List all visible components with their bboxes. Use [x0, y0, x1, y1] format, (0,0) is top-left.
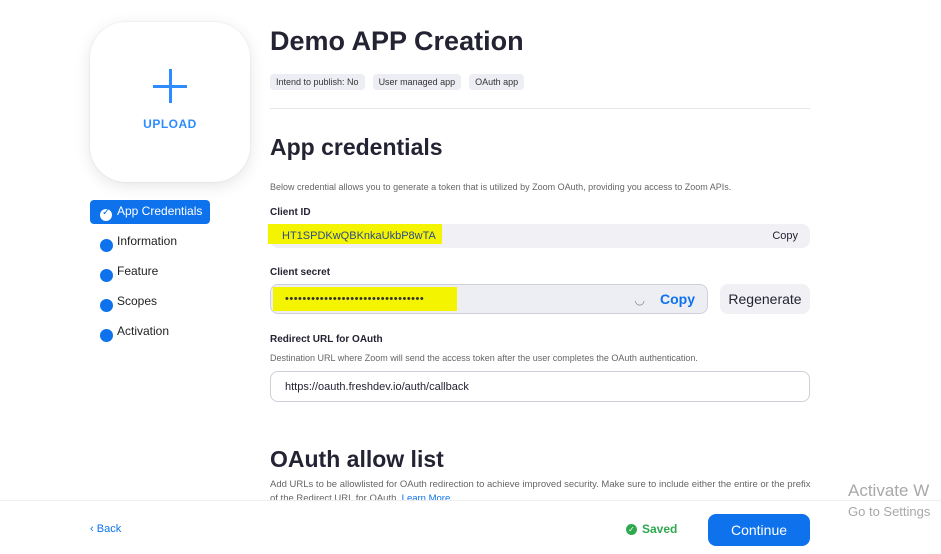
watermark-title: Activate W	[848, 481, 930, 500]
step-dot-icon	[100, 269, 113, 282]
client-id-value: HT1SPDKwQBKnkaUkbP8wTA	[282, 230, 436, 242]
sidebar-item-label: Scopes	[117, 294, 158, 308]
copy-client-id-button[interactable]: Copy	[772, 230, 798, 242]
client-id-label: Client ID	[270, 207, 311, 218]
sidebar-item-label: App Credentials	[117, 204, 203, 218]
page-title: Demo APP Creation	[270, 26, 524, 56]
activation-watermark: Activate W Go to Settings	[848, 481, 930, 519]
app-tags: Intend to publish: No User managed app O…	[270, 74, 525, 90]
back-label: Back	[96, 523, 122, 535]
continue-button[interactable]: Continue	[708, 514, 810, 546]
plus-icon	[153, 69, 187, 103]
watermark-subtitle: Go to Settings	[848, 504, 931, 519]
tag-oauth: OAuth app	[469, 74, 525, 90]
hidden-eye-icon[interactable]: ◡	[635, 293, 645, 307]
redirect-url-input[interactable]	[270, 371, 810, 402]
tag-publish: Intend to publish: No	[270, 74, 365, 90]
sidebar-item-label: Activation	[117, 324, 170, 338]
sidebar-nav: App Credentials Information Feature Scop…	[90, 200, 250, 350]
back-link[interactable]: ‹ Back	[90, 523, 121, 535]
sidebar-item-scopes[interactable]: Scopes	[90, 290, 250, 314]
sidebar-item-app-credentials[interactable]: App Credentials	[90, 200, 210, 224]
client-secret-value: ••••••••••••••••••••••••••••••••	[285, 293, 425, 305]
saved-status: ✓ Saved	[626, 522, 677, 536]
upload-card[interactable]: UPLOAD	[90, 22, 250, 182]
sidebar-item-activation[interactable]: Activation	[90, 320, 250, 344]
chevron-left-icon: ‹	[90, 523, 97, 535]
sidebar-item-feature[interactable]: Feature	[90, 260, 250, 284]
saved-label: Saved	[642, 522, 678, 536]
step-dot-icon	[100, 239, 113, 252]
client-secret-field: •••••••••••••••••••••••••••••••• ◡ Copy	[270, 284, 708, 314]
allowlist-title: OAuth allow list	[270, 446, 444, 472]
header-divider	[270, 108, 810, 109]
credentials-description: Below credential allows you to generate …	[270, 182, 732, 192]
client-id-field: HT1SPDKwQBKnkaUkbP8wTA Copy	[268, 224, 810, 248]
step-dot-icon	[100, 299, 113, 312]
sidebar-item-label: Information	[117, 234, 178, 248]
regenerate-button[interactable]: Regenerate	[720, 284, 810, 314]
credentials-title: App credentials	[270, 134, 443, 160]
check-circle-icon	[99, 207, 113, 222]
copy-client-secret-button[interactable]: Copy	[660, 291, 695, 307]
client-secret-label: Client secret	[270, 267, 331, 278]
redirect-url-label: Redirect URL for OAuth	[270, 334, 383, 345]
check-icon: ✓	[626, 523, 637, 535]
tag-user-managed: User managed app	[372, 74, 462, 90]
footer-bar: ‹ Back ✓ Saved Continue	[0, 500, 941, 554]
sidebar-item-information[interactable]: Information	[90, 230, 250, 254]
step-dot-icon	[100, 329, 113, 342]
redirect-url-description: Destination URL where Zoom will send the…	[270, 353, 698, 363]
sidebar-item-label: Feature	[117, 264, 159, 278]
upload-label: UPLOAD	[143, 117, 197, 131]
